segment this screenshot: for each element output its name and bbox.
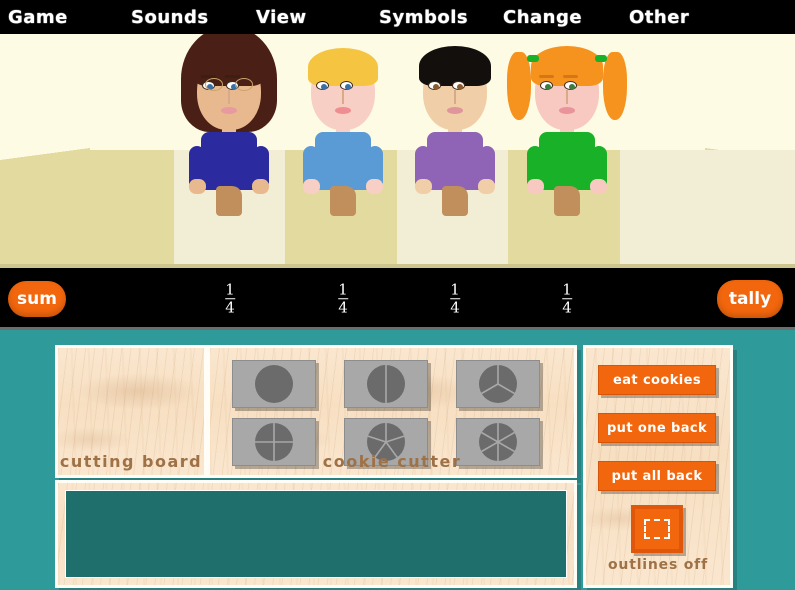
fraction-3-numerator: 1 — [450, 280, 460, 299]
character-1-hand-right — [252, 179, 269, 194]
character-3-shirt — [427, 132, 483, 190]
cutting-board-label: cutting board — [59, 452, 203, 471]
work-tray-panel[interactable] — [55, 480, 577, 588]
character-4-pupil-right — [569, 84, 575, 90]
cutting-board[interactable]: cutting board — [55, 345, 207, 478]
character-4-mouth — [559, 107, 575, 114]
fraction-2-numerator: 1 — [338, 280, 348, 299]
fraction-1-denominator: 4 — [225, 298, 235, 316]
fraction-4-denominator: 4 — [562, 298, 572, 316]
menu-item-view[interactable]: View — [256, 7, 307, 28]
cutter-1-slice-button[interactable] — [232, 360, 316, 408]
character-4-hand-left — [527, 179, 544, 194]
fraction-4-numerator: 1 — [562, 280, 572, 299]
character-3-pupil-right — [457, 84, 463, 90]
fraction-2-denominator: 4 — [338, 298, 348, 316]
character-3-brow-left — [427, 75, 442, 78]
character-2-eye-right — [340, 81, 353, 90]
character-3-eye-left — [428, 81, 441, 90]
character-4-pupil-left — [545, 84, 551, 90]
cutter-3-slices-button[interactable] — [456, 360, 540, 408]
menu-bar: Game Sounds View Symbols Change Other — [0, 0, 795, 34]
character-1-mouth — [221, 107, 237, 114]
put-one-back-button[interactable]: put one back — [598, 413, 716, 443]
character-2-hand-right — [366, 179, 383, 194]
character-2-eye-left — [316, 81, 329, 90]
character-3-brow-right — [451, 75, 466, 78]
character-3-hand-right — [478, 179, 495, 194]
character-4-cookie[interactable] — [554, 186, 580, 216]
menu-item-other[interactable]: Other — [629, 7, 689, 28]
character-3-eye-right — [452, 81, 465, 90]
character-2[interactable] — [283, 40, 403, 216]
fraction-bar: sum 1 4 1 4 1 4 1 4 tally — [0, 268, 795, 330]
outlines-toggle-button[interactable] — [631, 505, 683, 553]
character-3-mouth — [447, 107, 463, 114]
fraction-3: 1 4 — [450, 280, 460, 316]
character-4-brow-right — [563, 75, 578, 78]
character-2-cookie[interactable] — [330, 186, 356, 216]
cookie-cutter-grid — [232, 360, 540, 466]
character-3[interactable] — [395, 40, 515, 216]
character-4-shirt — [539, 132, 595, 190]
character-1[interactable] — [169, 34, 289, 216]
game-window: Game Sounds View Symbols Change Other su… — [0, 0, 795, 590]
menu-item-symbols[interactable]: Symbols — [379, 7, 468, 28]
work-tray-surface[interactable] — [65, 490, 567, 578]
character-1-shirt — [201, 132, 257, 190]
cookie-3-slices-icon — [479, 365, 517, 403]
fraction-bar-divider — [0, 327, 795, 330]
sum-button[interactable]: sum — [8, 281, 66, 317]
character-4-pigtail-right — [603, 52, 627, 120]
character-3-pupil-left — [433, 84, 439, 90]
cookie-cutter-panel: cookie cutter — [207, 345, 577, 478]
character-4-hair-tie-left — [527, 55, 539, 62]
dashed-square-icon — [644, 519, 670, 539]
character-2-nose — [342, 90, 344, 104]
character-2-pupil-left — [321, 84, 327, 90]
character-1-cookie[interactable] — [216, 186, 242, 216]
character-3-hand-left — [415, 179, 432, 194]
character-2-pupil-right — [345, 84, 351, 90]
fraction-1: 1 4 — [225, 280, 235, 316]
character-4-nose — [566, 90, 568, 104]
character-2-mouth — [335, 107, 351, 114]
fraction-1-numerator: 1 — [225, 280, 235, 299]
cookie-1-slice-icon — [255, 365, 293, 403]
character-2-hand-left — [303, 179, 320, 194]
character-4-brow-left — [539, 75, 554, 78]
character-4-pigtail-left — [507, 52, 531, 120]
character-3-cookie[interactable] — [442, 186, 468, 216]
character-2-shirt — [315, 132, 371, 190]
cutter-2-slices-button[interactable] — [344, 360, 428, 408]
put-all-back-button[interactable]: put all back — [598, 461, 716, 491]
character-4-eye-left — [540, 81, 553, 90]
character-4-hair — [531, 46, 603, 86]
menu-item-change[interactable]: Change — [503, 7, 582, 28]
tally-button[interactable]: tally — [717, 280, 783, 318]
character-1-hand-left — [189, 179, 206, 194]
menu-item-sounds[interactable]: Sounds — [131, 7, 209, 28]
character-4-hair-tie-right — [595, 55, 607, 62]
placemat-3 — [620, 150, 795, 268]
table-scene — [0, 34, 795, 268]
character-2-hair — [308, 48, 378, 86]
table-corner-left — [0, 148, 90, 160]
outlines-toggle-label: outlines off — [608, 557, 708, 573]
cookie-cutter-label: cookie cutter — [322, 452, 462, 471]
character-4-hand-right — [590, 179, 607, 194]
character-3-nose — [454, 90, 456, 104]
fraction-2: 1 4 — [338, 280, 348, 316]
character-1-nose — [228, 90, 230, 104]
fraction-4: 1 4 — [562, 280, 572, 316]
character-4-eye-right — [564, 81, 577, 90]
character-4[interactable] — [507, 40, 627, 216]
fraction-3-denominator: 4 — [450, 298, 460, 316]
character-3-hair — [419, 46, 491, 86]
actions-panel: eat cookies put one back put all back ou… — [583, 345, 733, 588]
eat-cookies-button[interactable]: eat cookies — [598, 365, 716, 395]
cookie-2-slices-icon — [367, 365, 405, 403]
menu-item-game[interactable]: Game — [8, 7, 68, 28]
